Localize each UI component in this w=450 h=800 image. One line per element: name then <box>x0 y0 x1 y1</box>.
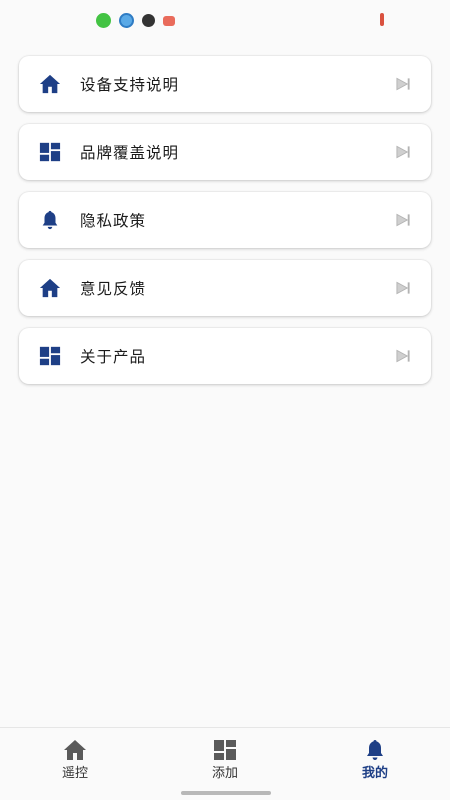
tab-remote[interactable]: 遥控 <box>0 728 150 800</box>
wechat-icon <box>96 13 111 28</box>
chat-bubble-icon <box>119 13 134 28</box>
menu-item-about-product[interactable]: 关于产品 <box>19 328 431 384</box>
menu-item-device-support[interactable]: 设备支持说明 <box>19 56 431 112</box>
home-icon <box>64 740 86 760</box>
menu-item-label: 设备支持说明 <box>80 76 180 94</box>
dashboard-icon <box>39 142 61 162</box>
settings-menu: 设备支持说明 品牌覆盖说明 隐私政策 意见反馈 关于产品 <box>19 56 431 396</box>
tab-label: 我的 <box>361 766 388 781</box>
chevron-right-icon <box>396 281 410 295</box>
menu-item-label: 隐私政策 <box>80 212 147 230</box>
mail-icon <box>163 15 175 26</box>
bell-icon <box>367 740 383 760</box>
dashboard-icon <box>39 346 61 366</box>
battery-icon <box>380 13 384 26</box>
menu-item-label: 关于产品 <box>80 348 147 366</box>
chevron-right-icon <box>396 213 410 227</box>
menu-item-label: 品牌覆盖说明 <box>80 144 180 162</box>
tab-add[interactable]: 添加 <box>150 728 300 800</box>
tab-label: 添加 <box>211 766 238 781</box>
home-icon <box>39 74 61 94</box>
bottom-tab-bar: 遥控 添加 我的 <box>0 727 450 800</box>
tab-label: 遥控 <box>61 766 88 781</box>
menu-item-brand-coverage[interactable]: 品牌覆盖说明 <box>19 124 431 180</box>
home-indicator[interactable] <box>181 791 271 795</box>
menu-item-feedback[interactable]: 意见反馈 <box>19 260 431 316</box>
person-icon <box>142 14 155 27</box>
bell-icon <box>42 210 58 230</box>
status-bar <box>0 0 450 42</box>
home-icon <box>39 278 61 298</box>
chevron-right-icon <box>396 77 410 91</box>
notification-icons <box>96 13 175 28</box>
chevron-right-icon <box>396 349 410 363</box>
menu-item-privacy-policy[interactable]: 隐私政策 <box>19 192 431 248</box>
dashboard-icon <box>214 740 236 760</box>
tab-mine[interactable]: 我的 <box>300 728 450 800</box>
menu-item-label: 意见反馈 <box>80 280 147 298</box>
chevron-right-icon <box>396 145 410 159</box>
